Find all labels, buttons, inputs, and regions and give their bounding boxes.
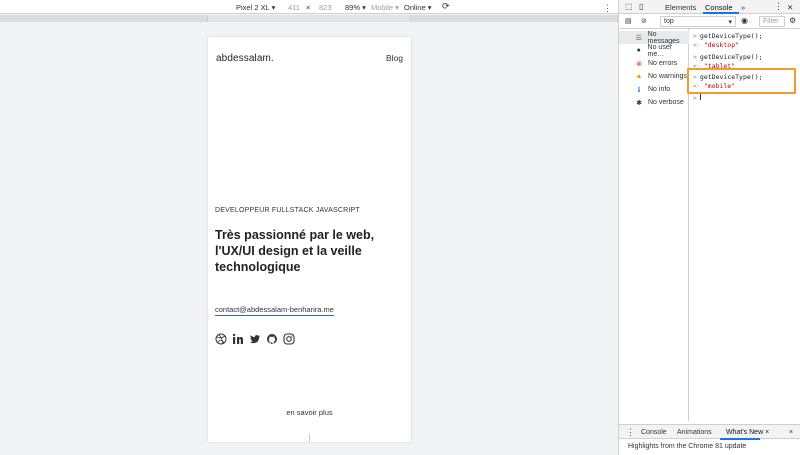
contact-email-link[interactable]: contact@abdessalam-benharira.me xyxy=(215,305,334,316)
list-icon: ☰ xyxy=(635,34,642,42)
width-input[interactable]: 411 xyxy=(288,3,300,12)
drawer-tab-console[interactable]: Console xyxy=(641,429,667,436)
device-emulation-area: Pixel 2 XL ▾ 411 × 823 89% ▾ Mobile ▾ On… xyxy=(0,0,618,455)
mode-select[interactable]: Mobile ▾ xyxy=(371,3,399,12)
sidebar-item-errors[interactable]: ⊗ No errors xyxy=(619,57,689,70)
tab-elements[interactable]: Elements xyxy=(665,3,696,12)
social-links xyxy=(215,333,295,345)
settings-kebab-icon[interactable]: ⋮ xyxy=(774,1,783,12)
live-expression-eye-icon[interactable]: ◉ xyxy=(741,16,748,25)
context-select[interactable]: top ▾ xyxy=(660,16,736,27)
ruler-segment[interactable] xyxy=(208,15,411,22)
drawer-tab-whats-new[interactable]: What's New × xyxy=(726,429,769,436)
close-devtools-icon[interactable]: ✕ xyxy=(787,3,793,12)
hero-headline: Très passionné par le web, l'UX/UI desig… xyxy=(215,228,375,274)
sidebar-item-info[interactable]: ℹ No info xyxy=(619,83,689,96)
console-filter-input[interactable]: Filter xyxy=(759,16,785,27)
instagram-icon[interactable] xyxy=(283,333,295,345)
device-toolbar: Pixel 2 XL ▾ 411 × 823 89% ▾ Mobile ▾ On… xyxy=(0,0,618,14)
device-toggle-icon[interactable]: ▯ xyxy=(639,2,643,11)
screen: Pixel 2 XL ▾ 411 × 823 89% ▾ Mobile ▾ On… xyxy=(0,0,800,455)
zoom-select[interactable]: 89% ▾ xyxy=(345,3,366,12)
blog-link[interactable]: Blog xyxy=(386,53,403,63)
height-input[interactable]: 823 xyxy=(319,3,332,12)
more-options-icon[interactable]: ⋮ xyxy=(603,3,612,14)
console-prompt[interactable]: > xyxy=(693,93,701,102)
scroll-indicator xyxy=(309,434,310,442)
tab-close-icon[interactable]: × xyxy=(765,429,769,436)
drawer-menu-icon[interactable]: ⋮ xyxy=(626,427,635,438)
sidebar-item-messages[interactable]: ☰ No messages xyxy=(619,31,689,45)
tab-console[interactable]: Console xyxy=(705,3,733,12)
sidebar-item-user-messages[interactable]: ● No user me… xyxy=(619,44,689,58)
whats-new-text: Highlights from the Chrome 81 update xyxy=(628,443,747,450)
highlight-annotation xyxy=(687,68,796,94)
inspect-element-icon[interactable]: ⬚ xyxy=(625,2,633,11)
dribbble-icon[interactable] xyxy=(215,333,227,345)
console-toolbar: ▤ ⊘ top ▾ ◉ Filter ⚙ xyxy=(619,14,800,29)
console-result-line[interactable]: <· "desktop" xyxy=(693,41,739,49)
user-icon: ● xyxy=(636,47,641,54)
device-viewport: abdessalam. Blog DEVELOPPEUR FULLSTACK J… xyxy=(208,37,411,442)
sidebar-item-warnings[interactable]: ▲ No warnings xyxy=(619,70,689,83)
clear-console-icon[interactable]: ⊘ xyxy=(641,17,647,25)
drawer-tab-animations[interactable]: Animations xyxy=(677,429,712,436)
throttle-select[interactable]: Online ▾ xyxy=(404,3,432,12)
warning-icon: ▲ xyxy=(635,73,643,80)
hero-subtitle: DEVELOPPEUR FULLSTACK JAVASCRIPT xyxy=(215,207,360,214)
bug-icon: ✱ xyxy=(636,99,642,107)
github-icon[interactable] xyxy=(266,333,278,345)
rotate-icon[interactable]: ⟳ xyxy=(442,1,450,12)
twitter-icon[interactable] xyxy=(249,333,261,345)
error-icon: ⊗ xyxy=(636,60,642,68)
info-icon: ℹ xyxy=(637,86,641,94)
drawer-close-icon[interactable]: × xyxy=(789,429,793,436)
media-query-ruler[interactable] xyxy=(0,15,618,22)
device-select[interactable]: Pixel 2 XL ▾ xyxy=(236,3,275,12)
devtools-tab-bar: ⬚ ▯ Elements Console » ⋮ ✕ xyxy=(619,0,800,14)
console-sidebar: ☰ No messages ● No user me… ⊗ No errors … xyxy=(619,29,689,421)
more-tabs-icon[interactable]: » xyxy=(741,3,745,12)
console-input-line[interactable]: > getDeviceType(); xyxy=(693,53,763,61)
learn-more-link[interactable]: en savoir plus xyxy=(208,408,411,417)
ruler-segment[interactable] xyxy=(411,15,618,22)
whats-new-panel: Highlights from the Chrome 81 update xyxy=(619,439,800,455)
dimension-separator: × xyxy=(306,3,311,12)
sidebar-item-verbose[interactable]: ✱ No verbose xyxy=(619,96,689,109)
site-logo[interactable]: abdessalam. xyxy=(216,53,274,64)
linkedin-icon[interactable] xyxy=(232,333,244,345)
drawer-tab-bar: ⋮ Console Animations What's New × × xyxy=(619,424,800,440)
console-settings-gear-icon[interactable]: ⚙ xyxy=(789,16,796,25)
ruler-segment[interactable] xyxy=(0,15,208,22)
console-input-line[interactable]: > getDeviceType(); xyxy=(693,32,763,40)
sidebar-toggle-icon[interactable]: ▤ xyxy=(625,17,632,25)
